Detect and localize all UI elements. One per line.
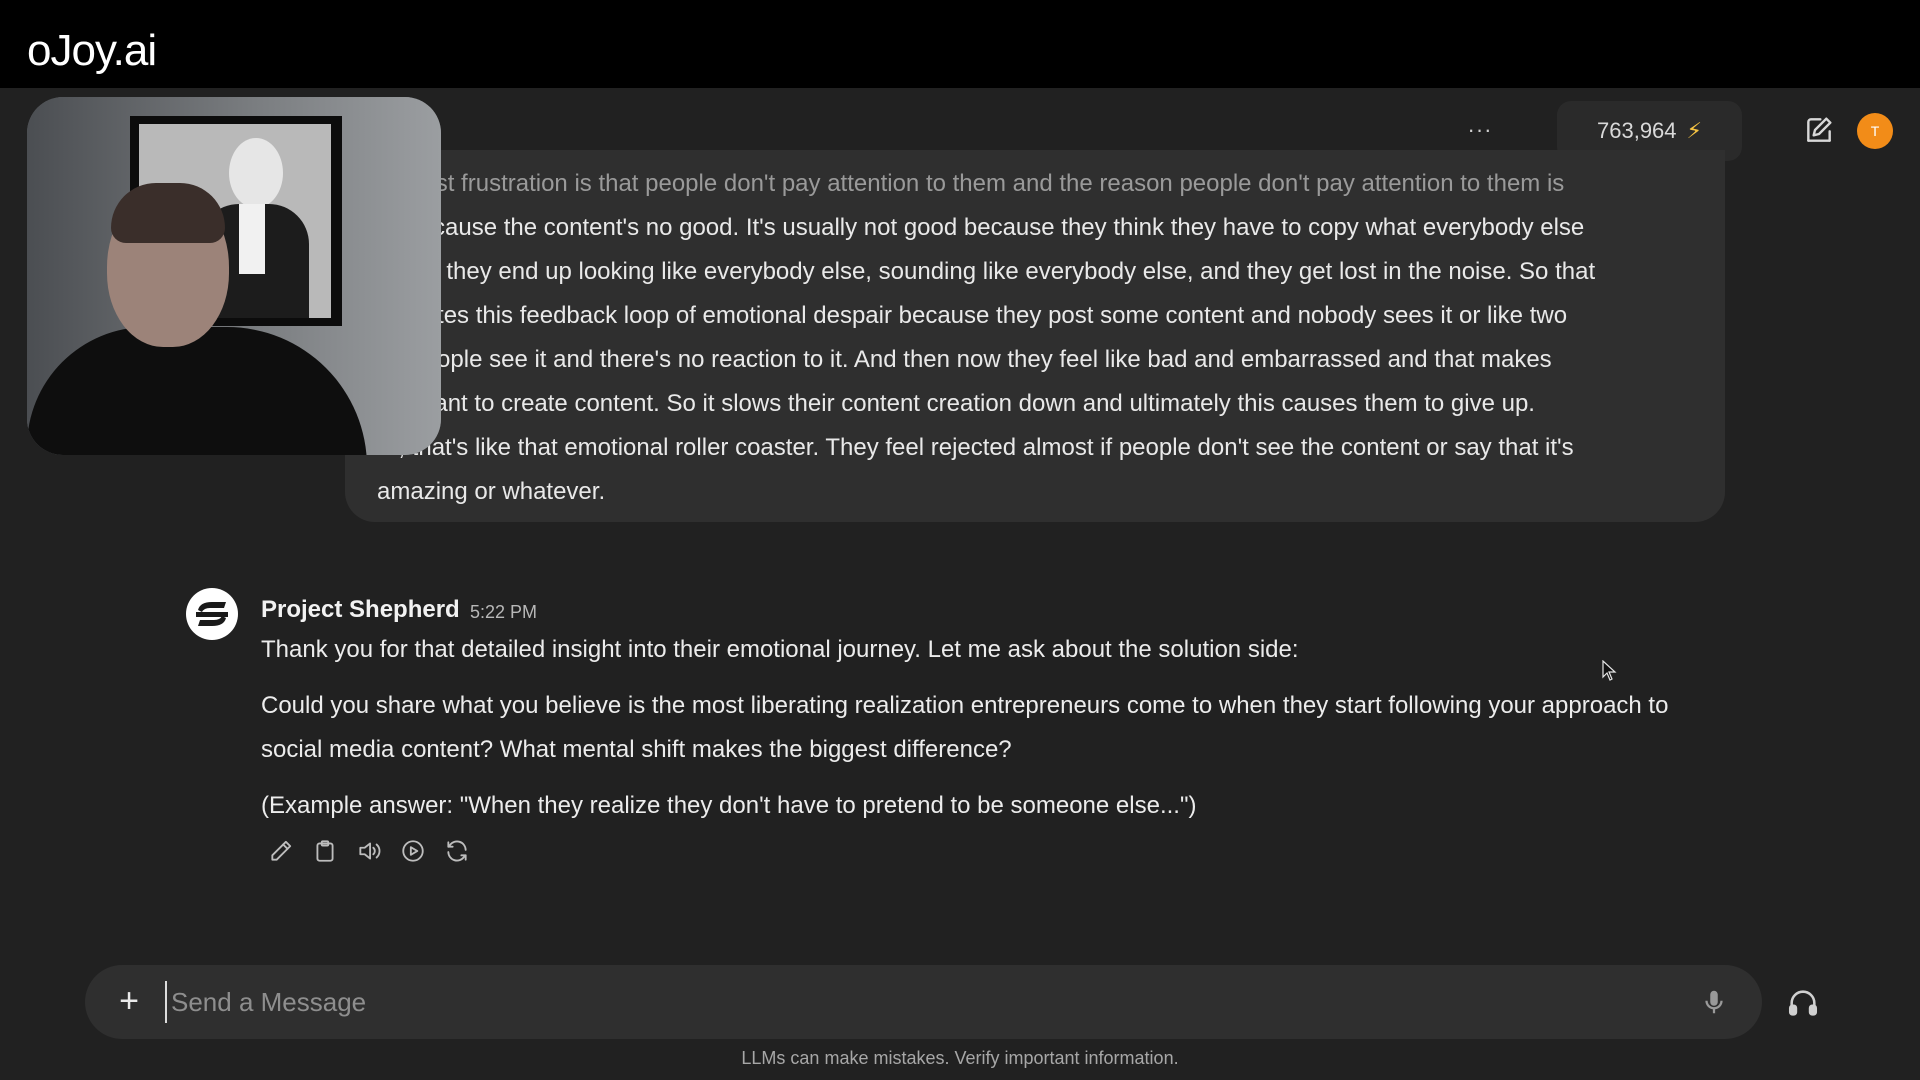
user-message-line: amazing or whatever. <box>377 478 606 505</box>
user-message-line: f creates this feedback loop of emotiona… <box>377 302 1568 329</box>
disclaimer-text: LLMs can make mistakes. Verify important… <box>741 1048 1179 1068</box>
copy-icon[interactable] <box>310 836 340 866</box>
speaker-icon[interactable] <box>354 836 384 866</box>
assistant-paragraph: (Example answer: "When they realize they… <box>261 792 1197 819</box>
mouse-cursor-icon <box>1602 660 1617 681</box>
assistant-paragraph: Could you share what you believe is the … <box>261 692 1669 763</box>
photo-figure-shirt <box>239 204 265 274</box>
headphones-icon[interactable] <box>1786 986 1820 1020</box>
user-message-line: not want to create content. So it slows … <box>377 390 1535 417</box>
assistant-paragraph: Thank you for that detailed insight into… <box>261 636 1299 663</box>
regenerate-icon[interactable] <box>442 836 472 866</box>
message-input[interactable] <box>165 981 1665 1023</box>
message-composer: + <box>85 965 1762 1039</box>
assistant-avatar <box>186 588 238 640</box>
more-options-button[interactable]: ··· <box>1462 112 1498 148</box>
credits-value: 763,964 <box>1597 118 1677 143</box>
app-window: oJoy.ai ··· 763,964 ⚡ T biggest frustrat… <box>0 0 1920 1080</box>
lightning-bolt-icon: ⚡ <box>1686 118 1702 143</box>
assistant-name: Project Shepherd <box>261 596 460 623</box>
edit-icon[interactable] <box>266 836 296 866</box>
user-message-bubble: biggest frustration is that people don't… <box>345 150 1725 522</box>
user-message-line: ɹn, that's like that emotional roller co… <box>377 434 1574 461</box>
play-icon[interactable] <box>398 836 428 866</box>
user-avatar[interactable]: T <box>1857 113 1893 149</box>
new-chat-icon[interactable] <box>1803 114 1835 146</box>
webcam-overlay <box>27 97 441 455</box>
ojoy-logo: oJoy.ai <box>27 26 157 75</box>
add-attachment-button[interactable]: + <box>111 984 147 1020</box>
title-bar-inner <box>14 8 1920 88</box>
message-timestamp: 5:22 PM <box>470 602 538 622</box>
photo-figure-head <box>229 138 283 208</box>
video-title-bar: oJoy.ai <box>0 0 1920 88</box>
user-message-line: ıg. So they end up looking like everybod… <box>377 258 1596 285</box>
user-message-line: ee people see it and there's no reaction… <box>377 346 1552 373</box>
user-message-text: biggest frustration is that people don't… <box>377 162 1695 514</box>
message-actions <box>266 836 472 872</box>
user-message-line: biggest frustration is that people don't… <box>377 170 1565 197</box>
microphone-icon[interactable] <box>1699 987 1729 1017</box>
user-message-line: lly because the content's no good. It's … <box>377 214 1585 241</box>
presenter-hair <box>111 183 225 243</box>
